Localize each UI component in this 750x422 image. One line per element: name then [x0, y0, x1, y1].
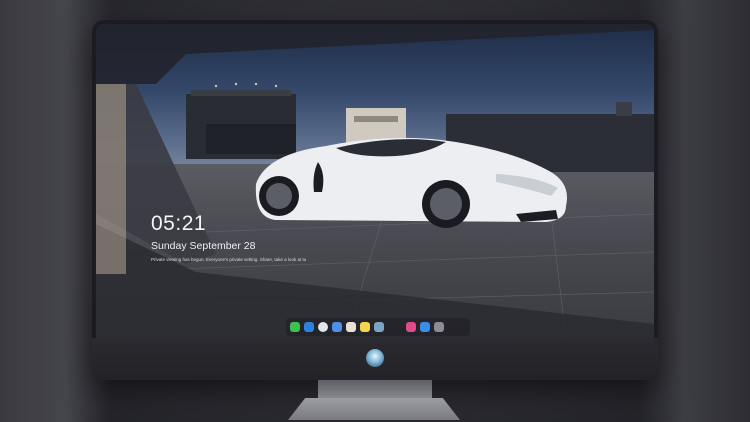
imac-monitor: 05:21 Sunday September 28 Private viewin… — [92, 20, 658, 380]
safari-icon[interactable] — [318, 322, 328, 332]
lock-date: Sunday September 28 — [151, 240, 256, 252]
dock-separator — [388, 322, 402, 332]
notes-icon[interactable] — [360, 322, 370, 332]
music-icon[interactable] — [406, 322, 416, 332]
app-store-icon[interactable] — [420, 322, 430, 332]
lock-clock: 05:21 — [151, 212, 207, 235]
camera-icon[interactable] — [434, 322, 444, 332]
mail-icon[interactable] — [304, 322, 314, 332]
monitor-stand-neck — [318, 380, 432, 400]
brand-logo-icon — [366, 349, 384, 367]
monitor-stand-base — [288, 398, 460, 420]
notification-text[interactable]: Private viewing has begun. Everyone's pr… — [151, 257, 321, 262]
wallpaper-scene — [96, 24, 654, 338]
monitor-chin — [92, 338, 658, 380]
lock-screen[interactable]: 05:21 Sunday September 28 Private viewin… — [96, 24, 654, 338]
dock — [286, 318, 470, 336]
photos-icon[interactable] — [346, 322, 356, 332]
messages-icon[interactable] — [290, 322, 300, 332]
finder-icon[interactable] — [332, 322, 342, 332]
preview-icon[interactable] — [374, 322, 384, 332]
